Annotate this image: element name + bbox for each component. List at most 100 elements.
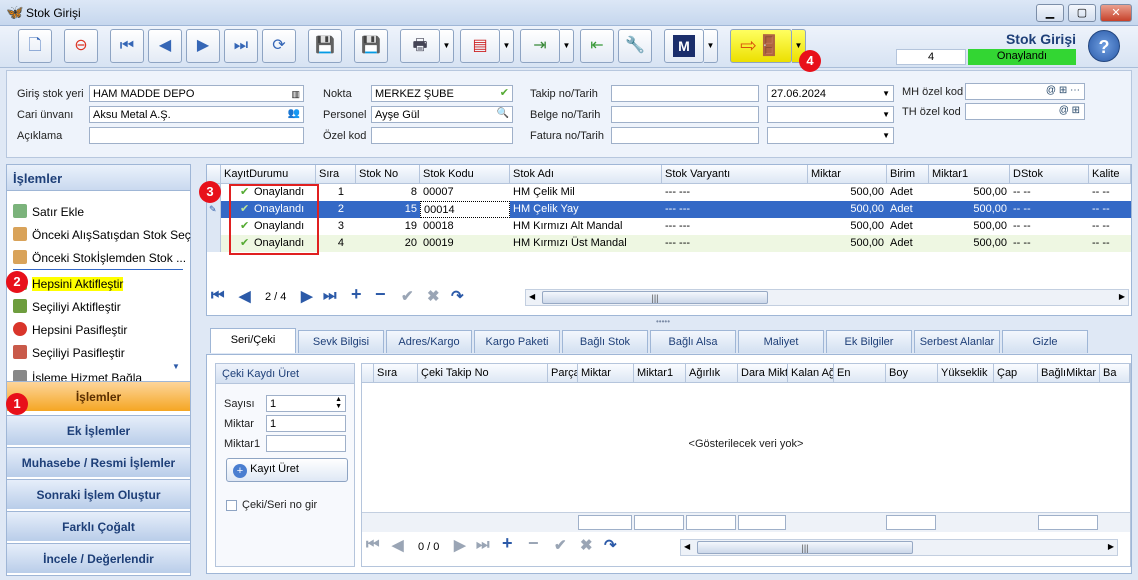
table-row[interactable]: ✔ Onaylandı 1 8 00007 HM Çelik Mil --- -… bbox=[221, 184, 1131, 201]
table-row-selected[interactable]: ✔ Onaylandı 2 15 00014 HM Çelik Yay --- … bbox=[221, 201, 1131, 218]
col-yukseklik[interactable]: Yükseklik bbox=[938, 364, 994, 383]
menu-item-satir-ekle[interactable]: Satır Ekle bbox=[13, 203, 84, 221]
personel-input[interactable]: Ayşe Gül 🔍 bbox=[371, 106, 513, 123]
cari-unvani-input[interactable]: Aksu Metal A.Ş. 👥 bbox=[89, 106, 304, 123]
col-stokadi[interactable]: Stok Adı bbox=[510, 165, 662, 184]
last-icon[interactable]: ⏭ bbox=[476, 536, 490, 553]
print-dropdown-icon[interactable]: ▼ bbox=[440, 29, 454, 63]
maximize-button[interactable]: ▢ bbox=[1068, 4, 1096, 22]
print-icon[interactable]: 🖶 bbox=[400, 29, 440, 63]
export-dropdown-icon[interactable]: ▼ bbox=[560, 29, 574, 63]
refresh-icon[interactable]: ↷ bbox=[451, 287, 464, 305]
minimize-button[interactable]: ▁ bbox=[1036, 4, 1064, 22]
col-kalan[interactable]: Kalan Ağ bbox=[788, 364, 834, 383]
next-icon[interactable]: ▶ bbox=[454, 536, 466, 554]
ceki-seri-checkbox[interactable] bbox=[226, 500, 237, 511]
nav-muhasebe[interactable]: Muhasebe / Resmi İşlemler bbox=[7, 447, 190, 477]
import-icon[interactable]: ⇤ bbox=[580, 29, 614, 63]
col-cap[interactable]: Çap bbox=[994, 364, 1038, 383]
col-kalite[interactable]: Kalite bbox=[1089, 165, 1131, 184]
cancel-icon[interactable]: ✖ bbox=[427, 287, 440, 305]
barcode-icon[interactable]: ▥ bbox=[291, 87, 300, 101]
tab-serbest-alanlar[interactable]: Serbest Alanlar bbox=[914, 330, 1000, 353]
minus-icon[interactable]: − bbox=[528, 533, 539, 554]
tab-maliyet[interactable]: Maliyet bbox=[738, 330, 824, 353]
col-stokvaryanti[interactable]: Stok Varyantı bbox=[662, 165, 808, 184]
nav-islemler[interactable]: İşlemler bbox=[7, 381, 190, 411]
belge-date-input[interactable]: ▼ bbox=[767, 106, 894, 123]
col-birim[interactable]: Birim bbox=[887, 165, 929, 184]
next-record-icon[interactable]: ▶ bbox=[186, 29, 220, 63]
first-icon[interactable]: ⏮ bbox=[211, 287, 225, 304]
nav-farkli-cogalt[interactable]: Farklı Çoğalt bbox=[7, 511, 190, 541]
col-dstok[interactable]: DStok bbox=[1010, 165, 1089, 184]
miktar-input[interactable]: 1 bbox=[266, 415, 346, 432]
takip-date-input[interactable]: 27.06.2024 ▼ bbox=[767, 85, 894, 102]
mh-ozel-kod-input[interactable]: @ ⊞ ⋯ bbox=[965, 83, 1085, 100]
col-sira[interactable]: Sıra bbox=[374, 364, 418, 383]
save-icon[interactable]: 💾 bbox=[308, 29, 342, 63]
tab-bagli-alsa[interactable]: Bağlı Alsa bbox=[650, 330, 736, 353]
nav-sonraki-islem[interactable]: Sonraki İşlem Oluştur bbox=[7, 479, 190, 509]
takip-no-input[interactable] bbox=[611, 85, 759, 102]
save-close-icon[interactable]: 💾 bbox=[354, 29, 388, 63]
last-record-icon[interactable]: ⏭ bbox=[224, 29, 258, 63]
last-icon[interactable]: ⏭ bbox=[323, 287, 337, 304]
person-search-icon[interactable]: 🔍 bbox=[497, 107, 509, 121]
tab-kargo-paketi[interactable]: Kargo Paketi bbox=[474, 330, 560, 353]
plus-icon[interactable]: + bbox=[351, 284, 362, 305]
col-parca[interactable]: Parça bbox=[548, 364, 578, 383]
people-icon[interactable]: 👥 bbox=[288, 107, 300, 121]
col-miktar1[interactable]: Miktar1 bbox=[929, 165, 1010, 184]
col-boy[interactable]: Boy bbox=[886, 364, 938, 383]
cancel-icon[interactable]: ✖ bbox=[580, 536, 593, 554]
tools-icon[interactable]: 🔧 bbox=[618, 29, 652, 63]
col-stokkodu[interactable]: Stok Kodu bbox=[420, 165, 510, 184]
scroll-thumb[interactable]: ||| bbox=[697, 541, 913, 554]
col-baglimiktar[interactable]: BağlıMiktar bbox=[1038, 364, 1100, 383]
previous-icon[interactable]: ◀ bbox=[392, 536, 404, 554]
scroll-right-icon[interactable]: ▶ bbox=[1108, 542, 1114, 551]
previous-record-icon[interactable]: ◀ bbox=[148, 29, 182, 63]
nav-incele[interactable]: İncele / Değerlendir bbox=[7, 543, 190, 573]
col-miktar1[interactable]: Miktar1 bbox=[634, 364, 686, 383]
at-link-icon[interactable]: @ ⊞ bbox=[1059, 104, 1080, 118]
scroll-thumb[interactable]: ||| bbox=[542, 291, 768, 304]
refresh-icon[interactable]: ↷ bbox=[604, 536, 617, 554]
chevron-down-icon[interactable]: ▼ bbox=[882, 108, 890, 122]
table-row[interactable]: ✔ Onaylandı 3 19 00018 HM Kırmızı Alt Ma… bbox=[221, 218, 1131, 235]
delete-record-icon[interactable]: ⊖ bbox=[64, 29, 98, 63]
fatura-date-input[interactable]: ▼ bbox=[767, 127, 894, 144]
col-ceki-takip-no[interactable]: Çeki Takip No bbox=[418, 364, 548, 383]
plus-icon[interactable]: + bbox=[502, 533, 513, 554]
close-button[interactable]: ✕ bbox=[1100, 4, 1132, 22]
scroll-right-icon[interactable]: ▶ bbox=[1119, 292, 1125, 301]
first-icon[interactable]: ⏮ bbox=[366, 536, 380, 553]
spinner-icon[interactable]: ▲ ▼ bbox=[335, 396, 342, 410]
chevron-down-icon[interactable]: ▼ bbox=[882, 87, 890, 101]
col-sira[interactable]: Sıra bbox=[316, 165, 356, 184]
previous-icon[interactable]: ◀ bbox=[239, 287, 251, 305]
tab-ek-bilgiler[interactable]: Ek Bilgiler bbox=[826, 330, 912, 353]
nokta-input[interactable]: MERKEZ ŞUBE ✔ bbox=[371, 85, 513, 102]
minus-icon[interactable]: − bbox=[375, 284, 386, 305]
ozel-kod-input[interactable] bbox=[371, 127, 513, 144]
fatura-no-input[interactable] bbox=[611, 127, 759, 144]
col-dara[interactable]: Dara Mikt bbox=[738, 364, 788, 383]
m-dropdown-icon[interactable]: ▼ bbox=[704, 29, 718, 63]
miktar1-input[interactable] bbox=[266, 435, 346, 452]
col-agirlik[interactable]: Ağırlık bbox=[686, 364, 738, 383]
tab-gizle[interactable]: Gizle bbox=[1002, 330, 1088, 353]
giris-stok-yeri-input[interactable]: HAM MADDE DEPO ▥ bbox=[89, 85, 304, 102]
help-icon[interactable]: ? bbox=[1088, 30, 1120, 62]
kayit-uret-button[interactable]: + Kayıt Üret bbox=[226, 458, 348, 482]
first-record-icon[interactable]: ⏮ bbox=[110, 29, 144, 63]
pdf-dropdown-icon[interactable]: ▼ bbox=[500, 29, 514, 63]
th-ozel-kod-input[interactable]: @ ⊞ bbox=[965, 103, 1085, 120]
menu-item-onceki-stokislem[interactable]: Önceki Stokİşlemden Stok ... bbox=[13, 249, 186, 267]
check-icon[interactable]: ✔ bbox=[554, 536, 567, 554]
scroll-left-icon[interactable]: ◀ bbox=[684, 542, 690, 551]
tab-seri-ceki[interactable]: Seri/Çeki bbox=[210, 328, 296, 353]
chevron-down-icon[interactable]: ▼ bbox=[882, 129, 890, 143]
at-link-icon[interactable]: @ ⊞ ⋯ bbox=[1046, 84, 1080, 98]
